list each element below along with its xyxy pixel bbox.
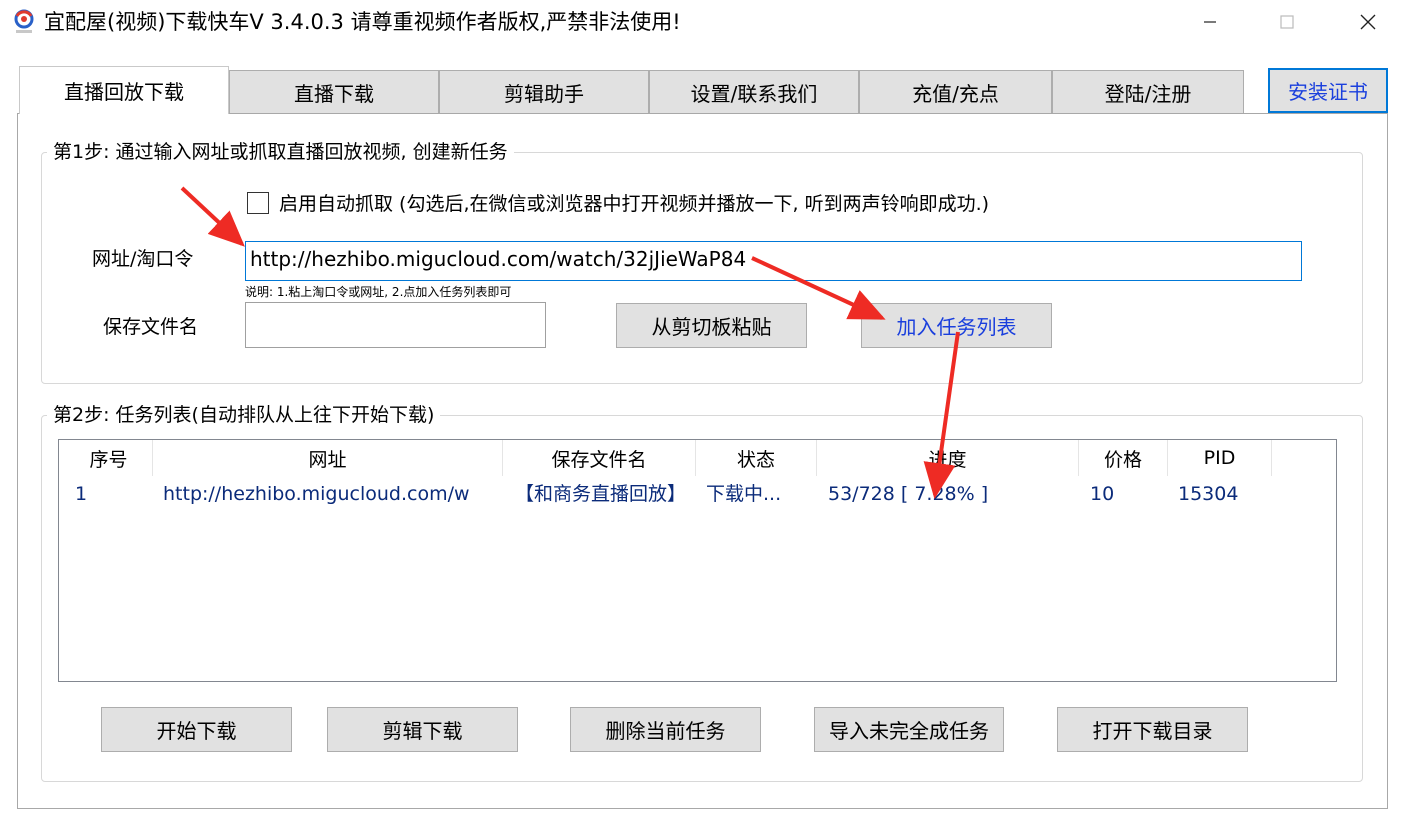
- step1-legend: 第1步: 通过输入网址或抓取直播回放视频, 创建新任务: [47, 138, 514, 166]
- cell-url: http://hezhibo.migucloud.com/w: [163, 483, 470, 505]
- column-header-status[interactable]: 状态: [696, 440, 817, 476]
- delete-current-task-button[interactable]: 删除当前任务: [570, 707, 761, 752]
- step2-legend: 第2步: 任务列表(自动排队从上往下开始下载): [47, 401, 441, 429]
- url-hint: 说明: 1.粘上淘口令或网址, 2.点加入任务列表即可: [245, 285, 512, 299]
- column-header-progress[interactable]: 进度: [817, 440, 1079, 476]
- auto-capture-label: 启用自动抓取 (勾选后,在微信或浏览器中打开视频并播放一下, 听到两声铃响即成功…: [279, 193, 990, 215]
- task-list[interactable]: 序号 网址 保存文件名 状态 进度 价格 PID 1 http://hezhib…: [58, 439, 1337, 682]
- column-header-filename[interactable]: 保存文件名: [503, 440, 696, 476]
- column-header-url[interactable]: 网址: [153, 440, 503, 476]
- cell-status: 下载中...: [706, 483, 782, 505]
- minimize-button[interactable]: [1187, 4, 1233, 40]
- cell-filename: 【和商务直播回放】: [515, 483, 687, 505]
- add-to-task-list-button[interactable]: 加入任务列表: [861, 303, 1052, 348]
- maximize-icon: [1280, 15, 1294, 29]
- tab-login-register[interactable]: 登陆/注册: [1052, 70, 1244, 113]
- paste-from-clipboard-button[interactable]: 从剪切板粘贴: [616, 303, 807, 348]
- column-header-price[interactable]: 价格: [1079, 440, 1168, 476]
- cell-price: 10: [1090, 483, 1115, 505]
- filename-input[interactable]: [245, 302, 546, 348]
- tab-settings-contact[interactable]: 设置/联系我们: [649, 70, 859, 113]
- tab-replay-download[interactable]: 直播回放下载: [19, 66, 229, 114]
- clip-download-button[interactable]: 剪辑下载: [327, 707, 518, 752]
- cell-pid: 15304: [1178, 483, 1239, 505]
- import-incomplete-tasks-button[interactable]: 导入未完全成任务: [814, 707, 1004, 752]
- tab-clip-assistant[interactable]: 剪辑助手: [439, 70, 649, 113]
- url-input[interactable]: http://hezhibo.migucloud.com/watch/32jJi…: [245, 241, 1302, 281]
- open-download-folder-button[interactable]: 打开下载目录: [1057, 707, 1248, 752]
- cell-index: 1: [75, 483, 88, 505]
- window-title: 宜配屋(视频)下载快车V 3.4.0.3 请尊重视频作者版权,严禁非法使用!: [44, 10, 681, 34]
- cell-progress: 53/728 [ 7.28% ]: [828, 483, 989, 505]
- install-certificate-button[interactable]: 安装证书: [1268, 68, 1388, 113]
- maximize-button[interactable]: [1264, 4, 1310, 40]
- filename-label: 保存文件名: [103, 316, 199, 338]
- tab-recharge[interactable]: 充值/充点: [859, 70, 1052, 113]
- minimize-icon: [1204, 21, 1216, 23]
- url-label: 网址/淘口令: [92, 248, 194, 270]
- close-button[interactable]: [1345, 4, 1391, 40]
- tab-live-download[interactable]: 直播下载: [229, 70, 439, 113]
- app-logo-icon: [12, 8, 36, 36]
- column-header-index[interactable]: 序号: [65, 440, 153, 476]
- close-icon: [1360, 14, 1376, 30]
- start-download-button[interactable]: 开始下载: [101, 707, 292, 752]
- column-header-pid[interactable]: PID: [1168, 440, 1272, 476]
- auto-capture-checkbox[interactable]: [247, 192, 269, 214]
